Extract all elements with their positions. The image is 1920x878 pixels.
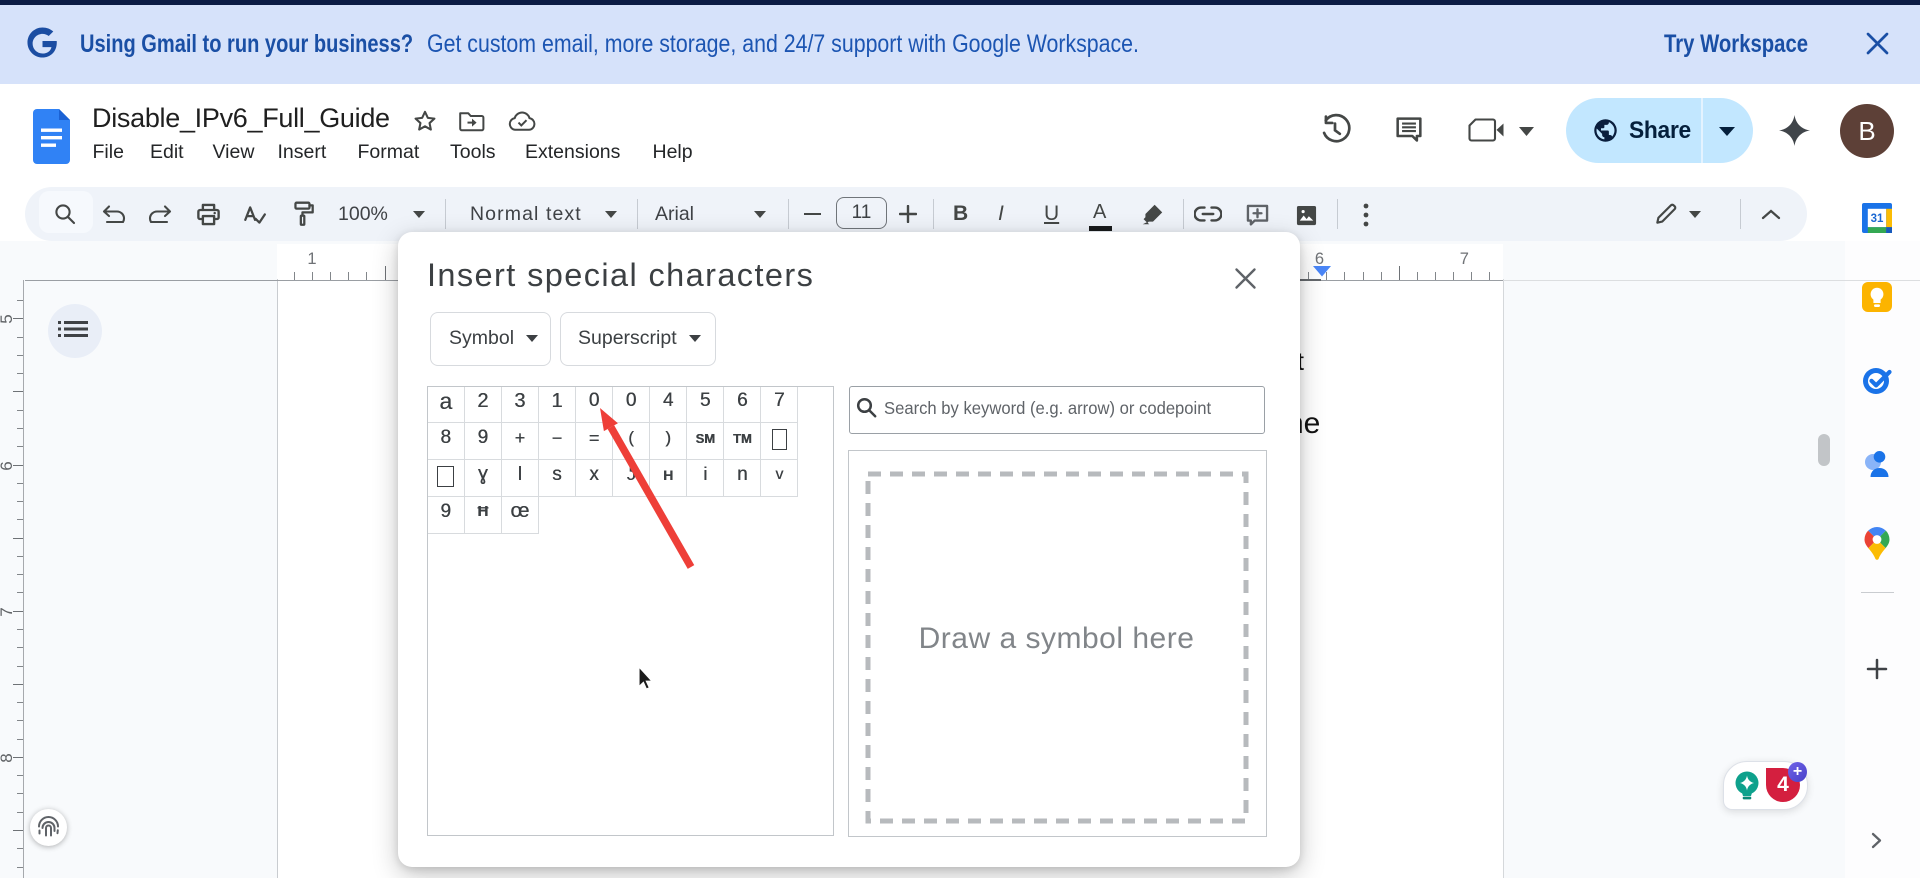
svg-text:31: 31 — [1871, 213, 1884, 225]
